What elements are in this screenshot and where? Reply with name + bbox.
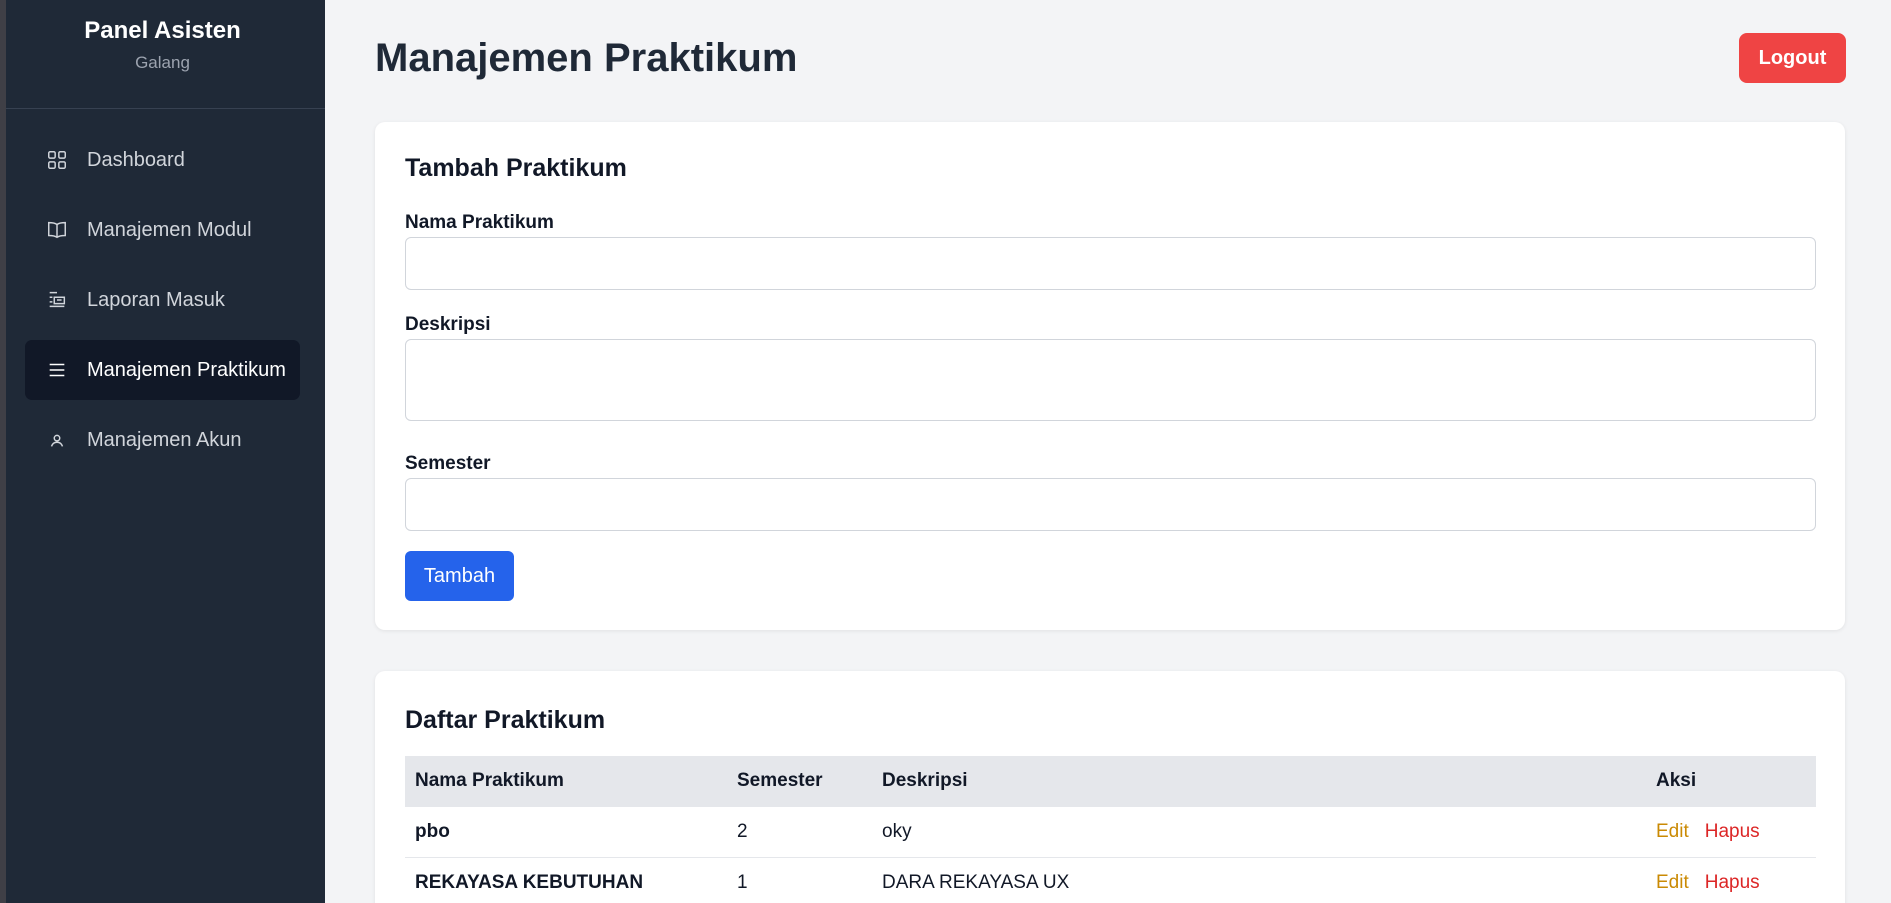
sidebar: Panel Asisten Galang Dashboard Manajemen… bbox=[0, 0, 325, 903]
cell-semester: 2 bbox=[727, 805, 872, 857]
add-button[interactable]: Tambah bbox=[405, 551, 514, 601]
logout-button[interactable]: Logout bbox=[1739, 33, 1846, 83]
cell-actions: Edit Hapus bbox=[1646, 856, 1816, 903]
praktikum-list-card: Daftar Praktikum Nama Praktikum Semester… bbox=[375, 671, 1845, 903]
column-header-description: Deskripsi bbox=[882, 769, 968, 791]
sidebar-item-dashboard[interactable]: Dashboard bbox=[25, 130, 300, 190]
user-icon bbox=[46, 429, 68, 451]
grid-icon bbox=[46, 149, 68, 171]
table-header-row: Nama Praktikum Semester Deskripsi Aksi bbox=[405, 756, 1816, 806]
menu-icon bbox=[46, 359, 68, 381]
name-input[interactable] bbox=[405, 237, 1816, 290]
edit-link[interactable]: Edit bbox=[1656, 872, 1689, 893]
page-title: Manajemen Praktikum bbox=[375, 36, 798, 80]
sidebar-header: Panel Asisten Galang bbox=[0, 0, 325, 109]
sidebar-item-label: Laporan Masuk bbox=[87, 288, 225, 311]
praktikum-list-title: Daftar Praktikum bbox=[405, 706, 606, 734]
praktikum-table: Nama Praktikum Semester Deskripsi Aksi p… bbox=[405, 756, 1816, 903]
description-label: Deskripsi bbox=[405, 314, 491, 335]
sidebar-item-laporan-masuk[interactable]: Laporan Masuk bbox=[25, 270, 300, 330]
cell-description: DARA REKAYASA UX bbox=[872, 856, 1646, 903]
cell-description: oky bbox=[872, 805, 1646, 857]
sidebar-item-label: Manajemen Praktikum bbox=[87, 358, 286, 381]
cell-actions: Edit Hapus bbox=[1646, 805, 1816, 857]
column-header-actions: Aksi bbox=[1656, 769, 1697, 791]
sidebar-item-manajemen-praktikum[interactable]: Manajemen Praktikum bbox=[25, 340, 300, 400]
sidebar-nav: Dashboard Manajemen Modul Laporan Masuk … bbox=[0, 109, 325, 470]
delete-link[interactable]: Hapus bbox=[1705, 821, 1760, 842]
description-textarea[interactable] bbox=[405, 339, 1816, 421]
sidebar-username: Galang bbox=[135, 53, 190, 72]
cell-semester: 1 bbox=[727, 856, 872, 903]
window-edge bbox=[0, 0, 6, 903]
add-praktikum-title: Tambah Praktikum bbox=[405, 154, 627, 182]
sidebar-item-label: Dashboard bbox=[87, 148, 185, 171]
cell-name: pbo bbox=[405, 805, 727, 857]
sidebar-item-manajemen-modul[interactable]: Manajemen Modul bbox=[25, 200, 300, 260]
table-row: REKAYASA KEBUTUHAN 1 DARA REKAYASA UX Ed… bbox=[405, 856, 1816, 903]
sidebar-item-manajemen-akun[interactable]: Manajemen Akun bbox=[25, 410, 300, 470]
column-header-name: Nama Praktikum bbox=[415, 769, 564, 791]
column-header-semester: Semester bbox=[737, 769, 823, 791]
semester-label: Semester bbox=[405, 453, 491, 474]
name-label: Nama Praktikum bbox=[405, 212, 554, 233]
report-icon bbox=[46, 289, 68, 311]
sidebar-item-label: Manajemen Akun bbox=[87, 428, 242, 451]
sidebar-item-label: Manajemen Modul bbox=[87, 218, 252, 241]
sidebar-title: Panel Asisten bbox=[84, 17, 241, 44]
cell-name: REKAYASA KEBUTUHAN bbox=[405, 856, 727, 903]
edit-link[interactable]: Edit bbox=[1656, 821, 1689, 842]
semester-input[interactable] bbox=[405, 478, 1816, 531]
table-row: pbo 2 oky Edit Hapus bbox=[405, 805, 1816, 857]
book-icon bbox=[46, 219, 68, 241]
add-praktikum-card: Tambah Praktikum Nama Praktikum Deskrips… bbox=[375, 122, 1845, 630]
delete-link[interactable]: Hapus bbox=[1705, 872, 1760, 893]
